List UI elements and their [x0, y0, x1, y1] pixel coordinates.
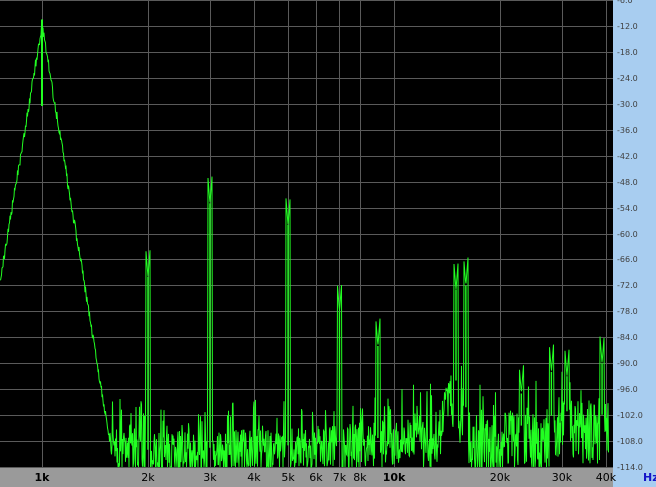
x-tick-label: 1k — [35, 471, 51, 484]
x-tick-label: 3k — [203, 471, 217, 484]
x-unit-label: Hz — [643, 471, 656, 484]
y-tick-label: -24.0 — [617, 74, 638, 83]
y-tick-label: -84.0 — [617, 333, 638, 342]
y-tick-label: -6.0 — [617, 0, 633, 5]
y-tick-label: -54.0 — [617, 204, 638, 213]
x-axis-panel — [0, 468, 613, 487]
y-tick-label: -96.0 — [617, 385, 638, 394]
y-tick-label: -42.0 — [617, 152, 638, 161]
y-tick-label: -30.0 — [617, 100, 638, 109]
y-tick-label: -72.0 — [617, 281, 638, 290]
y-tick-label: -36.0 — [617, 126, 638, 135]
y-tick-label: -60.0 — [617, 230, 638, 239]
x-tick-label: 8k — [353, 471, 367, 484]
y-tick-label: -78.0 — [617, 307, 638, 316]
y-tick-label: -114.0 — [617, 463, 643, 472]
y-tick-label: -102.0 — [617, 411, 643, 420]
x-tick-label: 30k — [552, 471, 573, 484]
y-tick-label: -90.0 — [617, 359, 638, 368]
x-tick-label: 5k — [281, 471, 295, 484]
y-tick-label: -12.0 — [617, 22, 638, 31]
x-tick-label: 6k — [309, 471, 323, 484]
y-tick-label: -66.0 — [617, 255, 638, 264]
y-tick-label: -48.0 — [617, 178, 638, 187]
x-tick-label: 4k — [247, 471, 261, 484]
x-tick-label: 40k — [596, 471, 617, 484]
y-tick-label: -18.0 — [617, 48, 638, 57]
y-tick-label: -108.0 — [617, 437, 643, 446]
x-tick-label: 2k — [141, 471, 155, 484]
x-tick-label: 7k — [333, 471, 347, 484]
spectrum-chart: -6.0 -12.0 -18.0 -24.0 -30.0 -36.0 -42.0 -48.0 -… — [0, 0, 656, 487]
x-tick-label: 10k — [383, 471, 406, 484]
x-tick-label: 20k — [490, 471, 511, 484]
plot-background — [0, 0, 656, 487]
